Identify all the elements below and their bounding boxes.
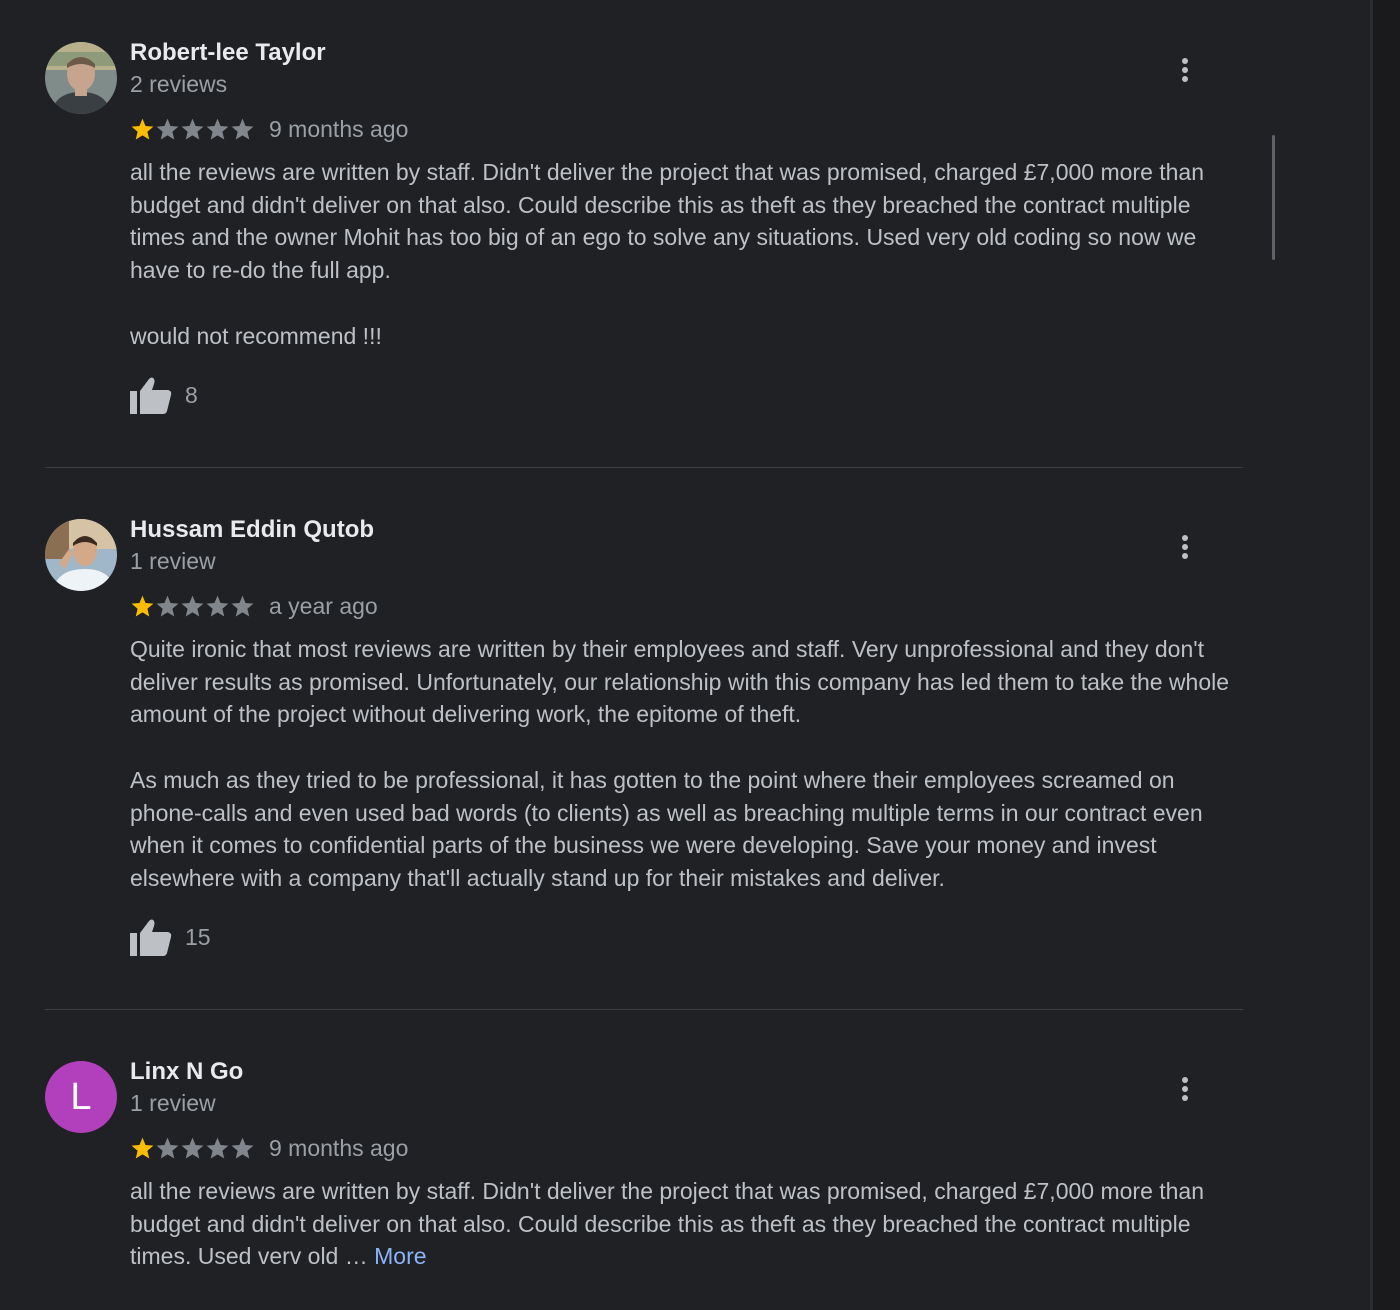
review-paragraph: Quite ironic that most reviews are writt… xyxy=(130,636,1230,728)
star-empty-icon xyxy=(206,118,229,139)
review-card: Robert-lee Taylor 2 reviews 9 months ago… xyxy=(45,39,1245,422)
like-count: 15 xyxy=(185,923,211,950)
star-empty-icon xyxy=(181,1137,204,1158)
star-rating xyxy=(130,594,255,619)
star-empty-icon xyxy=(156,1137,179,1158)
star-filled-icon xyxy=(131,595,154,616)
review-paragraph: As much as they tried to be professional… xyxy=(130,766,1203,891)
reviewer-review-count: 1 review xyxy=(130,1090,216,1116)
review-paragraph: all the reviews are written by staff. Di… xyxy=(130,159,1205,284)
review-panel-scrollbar[interactable] xyxy=(1272,135,1275,260)
star-empty-icon xyxy=(181,595,204,616)
star-empty-icon xyxy=(231,595,254,616)
reviewer-name[interactable]: Hussam Eddin Qutob xyxy=(130,516,374,544)
more-link[interactable]: More xyxy=(374,1243,426,1269)
star-empty-icon xyxy=(206,1137,229,1158)
review-paragraph: would not recommend !!! xyxy=(130,322,382,349)
review-date: 9 months ago xyxy=(269,1134,409,1161)
reviewer-name[interactable]: Linx N Go xyxy=(130,1058,243,1086)
review-card: L Linx N Go 1 review 9 months ago all th… xyxy=(45,1058,1245,1291)
like-count: 8 xyxy=(185,381,198,408)
divider xyxy=(45,467,1243,468)
like-button[interactable]: 8 xyxy=(130,375,198,415)
review-text: all the reviews are written by staff. Di… xyxy=(130,156,1245,352)
rating-row: 9 months ago xyxy=(130,1133,408,1163)
page-edge xyxy=(1370,0,1400,1310)
reviews-page: Robert-lee Taylor 2 reviews 9 months ago… xyxy=(0,0,1400,1310)
star-rating xyxy=(130,117,255,142)
rating-row: 9 months ago xyxy=(130,114,408,144)
star-empty-icon xyxy=(206,595,229,616)
page-scrollbar[interactable] xyxy=(1370,0,1373,1310)
more-vert-icon[interactable] xyxy=(1173,531,1197,563)
like-button[interactable]: 15 xyxy=(130,917,211,957)
star-filled-icon xyxy=(131,118,154,139)
star-empty-icon xyxy=(231,118,254,139)
star-empty-icon xyxy=(156,118,179,139)
review-date: a year ago xyxy=(269,592,378,619)
review-truncated-text: all the reviews are written by staff. Di… xyxy=(130,1178,1205,1270)
reviewer-name[interactable]: Robert-lee Taylor xyxy=(130,39,326,67)
star-empty-icon xyxy=(181,118,204,139)
star-empty-icon xyxy=(231,1137,254,1158)
divider xyxy=(45,1009,1243,1010)
reviewer-review-count: 1 review xyxy=(130,548,216,574)
reviewer-avatar[interactable] xyxy=(45,519,117,591)
review-card: Hussam Eddin Qutob 1 review a year ago Q… xyxy=(45,516,1245,959)
thumb-up-icon xyxy=(130,919,172,956)
review-date: 9 months ago xyxy=(269,115,409,142)
thumb-up-icon xyxy=(130,377,172,414)
review-paragraph: all the reviews are written by staff. Di… xyxy=(130,1175,1245,1273)
review-text: Quite ironic that most reviews are writt… xyxy=(130,633,1245,895)
reviewer-avatar[interactable] xyxy=(45,42,117,114)
rating-row: a year ago xyxy=(130,591,378,621)
star-empty-icon xyxy=(156,595,179,616)
reviewer-avatar[interactable]: L xyxy=(45,1061,117,1133)
more-vert-icon[interactable] xyxy=(1173,1073,1197,1105)
more-vert-icon[interactable] xyxy=(1173,54,1197,86)
reviewer-review-count: 2 reviews xyxy=(130,71,228,97)
review-text: all the reviews are written by staff. Di… xyxy=(130,1175,1245,1273)
star-rating xyxy=(130,1136,255,1161)
star-filled-icon xyxy=(131,1137,154,1158)
